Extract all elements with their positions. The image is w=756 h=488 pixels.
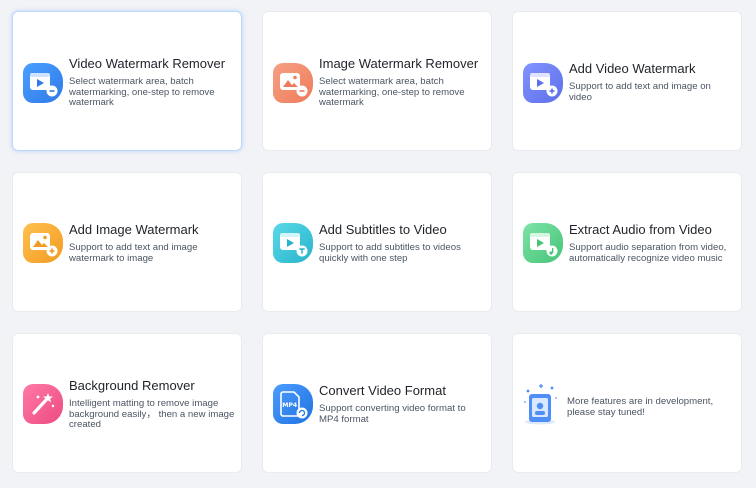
card-description: Support to add subtitles to videos quick…: [319, 242, 461, 264]
card-title: Add Subtitles to Video: [319, 222, 447, 237]
video-add-icon: [523, 63, 563, 103]
audio-extract-icon: [523, 223, 563, 263]
card-title: Extract Audio from Video: [569, 222, 712, 237]
image-remove-icon: [273, 63, 313, 103]
card-description: Support to add text and image watermark …: [69, 242, 198, 264]
card-add-image-watermark[interactable]: Add Image Watermark Support to add text …: [12, 172, 242, 312]
video-remove-icon: [23, 63, 63, 103]
magic-wand-icon: [23, 384, 63, 424]
subtitle-icon: [273, 223, 313, 263]
card-title: Add Video Watermark: [569, 61, 696, 76]
development-illustration-icon: [521, 382, 561, 426]
card-description: Select watermark area, batch watermarkin…: [319, 76, 465, 109]
card-more-features: More features are in development, please…: [512, 333, 742, 473]
card-convert-video-format[interactable]: MP4 Convert Video Format Support convert…: [262, 333, 492, 473]
feature-grid: Video Watermark Remover Select watermark…: [0, 0, 756, 488]
card-extract-audio[interactable]: Extract Audio from Video Support audio s…: [512, 172, 742, 312]
card-description: More features are in development, please…: [567, 396, 714, 418]
card-description: Support to add text and image on video: [569, 81, 711, 103]
card-title: Video Watermark Remover: [69, 56, 226, 71]
card-description: Select watermark area, batch watermarkin…: [69, 76, 215, 109]
card-title: Image Watermark Remover: [319, 56, 479, 71]
mp4-badge: MP4: [282, 402, 298, 409]
mp4-convert-icon: MP4: [273, 384, 313, 424]
card-description: Support audio separation from video, aut…: [569, 242, 727, 264]
card-description: Intelligent matting to remove image back…: [69, 398, 235, 431]
card-description: Support converting video format to MP4 f…: [319, 403, 466, 425]
card-title: Background Remover: [69, 378, 195, 393]
card-add-video-watermark[interactable]: Add Video Watermark Support to add text …: [512, 11, 742, 151]
card-add-subtitles[interactable]: Add Subtitles to Video Support to add su…: [262, 172, 492, 312]
card-video-watermark-remover[interactable]: Video Watermark Remover Select watermark…: [12, 11, 242, 151]
image-add-icon: [23, 223, 63, 263]
card-image-watermark-remover[interactable]: Image Watermark Remover Select watermark…: [262, 11, 492, 151]
card-title: Convert Video Format: [319, 383, 446, 398]
card-background-remover[interactable]: Background Remover Intelligent matting t…: [12, 333, 242, 473]
card-title: Add Image Watermark: [69, 222, 199, 237]
